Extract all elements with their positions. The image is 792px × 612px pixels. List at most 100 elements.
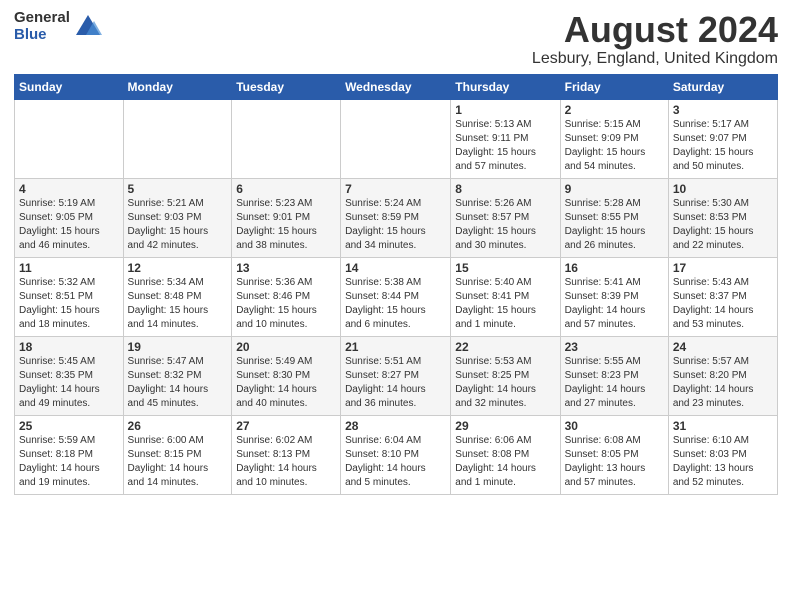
day-number: 23 (565, 340, 664, 354)
day-info: Sunrise: 5:15 AMSunset: 9:09 PMDaylight:… (565, 118, 664, 174)
day-info: Sunrise: 5:57 AMSunset: 8:20 PMDaylight:… (673, 355, 773, 411)
day-info: Sunrise: 5:30 AMSunset: 8:53 PMDaylight:… (673, 197, 773, 253)
calendar-cell: 27Sunrise: 6:02 AMSunset: 8:13 PMDayligh… (232, 415, 341, 494)
calendar-cell: 10Sunrise: 5:30 AMSunset: 8:53 PMDayligh… (668, 178, 777, 257)
calendar-cell (232, 99, 341, 178)
day-number: 21 (345, 340, 446, 354)
day-number: 18 (19, 340, 119, 354)
day-info: Sunrise: 5:26 AMSunset: 8:57 PMDaylight:… (455, 197, 555, 253)
calendar-week-row: 25Sunrise: 5:59 AMSunset: 8:18 PMDayligh… (15, 415, 778, 494)
day-number: 12 (128, 261, 228, 275)
day-info: Sunrise: 5:51 AMSunset: 8:27 PMDaylight:… (345, 355, 446, 411)
day-info: Sunrise: 5:40 AMSunset: 8:41 PMDaylight:… (455, 276, 555, 332)
day-number: 9 (565, 182, 664, 196)
calendar-cell: 13Sunrise: 5:36 AMSunset: 8:46 PMDayligh… (232, 257, 341, 336)
calendar-cell: 30Sunrise: 6:08 AMSunset: 8:05 PMDayligh… (560, 415, 668, 494)
day-number: 8 (455, 182, 555, 196)
day-info: Sunrise: 5:41 AMSunset: 8:39 PMDaylight:… (565, 276, 664, 332)
day-info: Sunrise: 5:43 AMSunset: 8:37 PMDaylight:… (673, 276, 773, 332)
day-number: 27 (236, 419, 336, 433)
calendar-week-row: 18Sunrise: 5:45 AMSunset: 8:35 PMDayligh… (15, 336, 778, 415)
weekday-header-row: SundayMondayTuesdayWednesdayThursdayFrid… (15, 74, 778, 99)
calendar-cell: 22Sunrise: 5:53 AMSunset: 8:25 PMDayligh… (451, 336, 560, 415)
day-number: 29 (455, 419, 555, 433)
day-info: Sunrise: 5:21 AMSunset: 9:03 PMDaylight:… (128, 197, 228, 253)
day-info: Sunrise: 5:17 AMSunset: 9:07 PMDaylight:… (673, 118, 773, 174)
day-number: 6 (236, 182, 336, 196)
calendar-week-row: 1Sunrise: 5:13 AMSunset: 9:11 PMDaylight… (15, 99, 778, 178)
calendar-cell: 8Sunrise: 5:26 AMSunset: 8:57 PMDaylight… (451, 178, 560, 257)
day-number: 3 (673, 103, 773, 117)
day-info: Sunrise: 6:00 AMSunset: 8:15 PMDaylight:… (128, 434, 228, 490)
weekday-header-friday: Friday (560, 74, 668, 99)
day-info: Sunrise: 6:02 AMSunset: 8:13 PMDaylight:… (236, 434, 336, 490)
calendar-cell: 23Sunrise: 5:55 AMSunset: 8:23 PMDayligh… (560, 336, 668, 415)
day-info: Sunrise: 6:04 AMSunset: 8:10 PMDaylight:… (345, 434, 446, 490)
calendar-table: SundayMondayTuesdayWednesdayThursdayFrid… (14, 74, 778, 495)
calendar-cell: 26Sunrise: 6:00 AMSunset: 8:15 PMDayligh… (123, 415, 232, 494)
weekday-header-thursday: Thursday (451, 74, 560, 99)
day-number: 10 (673, 182, 773, 196)
calendar-cell: 3Sunrise: 5:17 AMSunset: 9:07 PMDaylight… (668, 99, 777, 178)
calendar-cell: 28Sunrise: 6:04 AMSunset: 8:10 PMDayligh… (341, 415, 451, 494)
day-number: 19 (128, 340, 228, 354)
calendar-cell: 6Sunrise: 5:23 AMSunset: 9:01 PMDaylight… (232, 178, 341, 257)
calendar-cell: 20Sunrise: 5:49 AMSunset: 8:30 PMDayligh… (232, 336, 341, 415)
day-number: 13 (236, 261, 336, 275)
day-info: Sunrise: 5:34 AMSunset: 8:48 PMDaylight:… (128, 276, 228, 332)
calendar-cell: 16Sunrise: 5:41 AMSunset: 8:39 PMDayligh… (560, 257, 668, 336)
calendar-cell (15, 99, 124, 178)
weekday-header-wednesday: Wednesday (341, 74, 451, 99)
logo-icon (74, 13, 102, 41)
calendar-cell: 7Sunrise: 5:24 AMSunset: 8:59 PMDaylight… (341, 178, 451, 257)
calendar-week-row: 11Sunrise: 5:32 AMSunset: 8:51 PMDayligh… (15, 257, 778, 336)
calendar-cell: 12Sunrise: 5:34 AMSunset: 8:48 PMDayligh… (123, 257, 232, 336)
day-number: 4 (19, 182, 119, 196)
day-info: Sunrise: 5:38 AMSunset: 8:44 PMDaylight:… (345, 276, 446, 332)
day-number: 2 (565, 103, 664, 117)
calendar-cell: 24Sunrise: 5:57 AMSunset: 8:20 PMDayligh… (668, 336, 777, 415)
day-number: 5 (128, 182, 228, 196)
weekday-header-monday: Monday (123, 74, 232, 99)
day-number: 24 (673, 340, 773, 354)
calendar-cell: 15Sunrise: 5:40 AMSunset: 8:41 PMDayligh… (451, 257, 560, 336)
day-info: Sunrise: 5:59 AMSunset: 8:18 PMDaylight:… (19, 434, 119, 490)
calendar-cell: 31Sunrise: 6:10 AMSunset: 8:03 PMDayligh… (668, 415, 777, 494)
day-info: Sunrise: 5:23 AMSunset: 9:01 PMDaylight:… (236, 197, 336, 253)
day-number: 15 (455, 261, 555, 275)
day-info: Sunrise: 5:36 AMSunset: 8:46 PMDaylight:… (236, 276, 336, 332)
day-info: Sunrise: 5:19 AMSunset: 9:05 PMDaylight:… (19, 197, 119, 253)
calendar-cell: 14Sunrise: 5:38 AMSunset: 8:44 PMDayligh… (341, 257, 451, 336)
day-info: Sunrise: 5:28 AMSunset: 8:55 PMDaylight:… (565, 197, 664, 253)
day-number: 11 (19, 261, 119, 275)
weekday-header-saturday: Saturday (668, 74, 777, 99)
calendar-cell: 2Sunrise: 5:15 AMSunset: 9:09 PMDaylight… (560, 99, 668, 178)
day-number: 22 (455, 340, 555, 354)
calendar-cell: 21Sunrise: 5:51 AMSunset: 8:27 PMDayligh… (341, 336, 451, 415)
day-number: 1 (455, 103, 555, 117)
day-number: 7 (345, 182, 446, 196)
calendar-cell: 18Sunrise: 5:45 AMSunset: 8:35 PMDayligh… (15, 336, 124, 415)
calendar-cell: 29Sunrise: 6:06 AMSunset: 8:08 PMDayligh… (451, 415, 560, 494)
weekday-header-sunday: Sunday (15, 74, 124, 99)
page-header: General Blue August 2024 Lesbury, Englan… (14, 10, 778, 68)
day-number: 31 (673, 419, 773, 433)
day-number: 30 (565, 419, 664, 433)
day-info: Sunrise: 5:53 AMSunset: 8:25 PMDaylight:… (455, 355, 555, 411)
weekday-header-tuesday: Tuesday (232, 74, 341, 99)
title-area: August 2024 Lesbury, England, United Kin… (532, 10, 778, 68)
logo: General Blue (14, 10, 102, 43)
calendar-cell: 25Sunrise: 5:59 AMSunset: 8:18 PMDayligh… (15, 415, 124, 494)
day-info: Sunrise: 5:45 AMSunset: 8:35 PMDaylight:… (19, 355, 119, 411)
calendar-cell: 19Sunrise: 5:47 AMSunset: 8:32 PMDayligh… (123, 336, 232, 415)
day-number: 14 (345, 261, 446, 275)
logo-general-text: General (14, 10, 70, 27)
day-info: Sunrise: 6:06 AMSunset: 8:08 PMDaylight:… (455, 434, 555, 490)
day-info: Sunrise: 6:10 AMSunset: 8:03 PMDaylight:… (673, 434, 773, 490)
day-number: 20 (236, 340, 336, 354)
calendar-cell: 17Sunrise: 5:43 AMSunset: 8:37 PMDayligh… (668, 257, 777, 336)
day-info: Sunrise: 5:49 AMSunset: 8:30 PMDaylight:… (236, 355, 336, 411)
calendar-cell: 1Sunrise: 5:13 AMSunset: 9:11 PMDaylight… (451, 99, 560, 178)
day-number: 16 (565, 261, 664, 275)
day-number: 26 (128, 419, 228, 433)
